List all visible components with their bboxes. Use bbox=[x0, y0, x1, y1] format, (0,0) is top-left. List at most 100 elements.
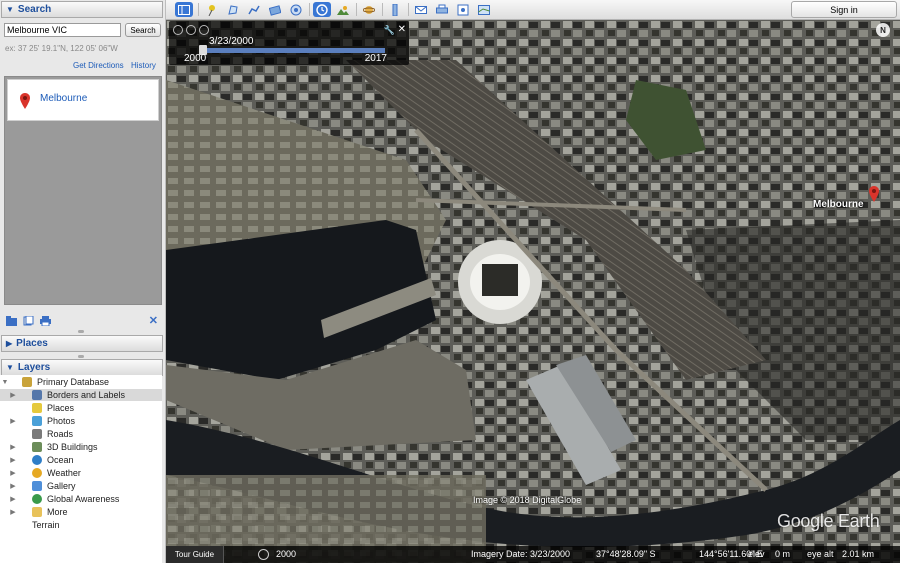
imagery-date: Imagery Date: 3/23/2000 bbox=[471, 549, 571, 559]
view-in-maps-button[interactable] bbox=[475, 2, 493, 17]
expand-arrow-icon[interactable]: ▶ bbox=[8, 482, 18, 490]
save-to-my-places-icon[interactable] bbox=[6, 316, 17, 326]
record-tour-button[interactable] bbox=[287, 2, 305, 17]
panel-resize-grip[interactable] bbox=[78, 330, 84, 333]
layer-borders-and-labels[interactable]: ▶ Borders and Labels bbox=[0, 389, 162, 401]
layer-primary-database[interactable]: ▼ Primary Database bbox=[0, 376, 162, 388]
expand-arrow-icon[interactable]: ▶ bbox=[8, 495, 18, 503]
elevation-label: elev bbox=[748, 549, 765, 559]
map-icon bbox=[478, 4, 490, 15]
folder-icon bbox=[32, 507, 42, 517]
search-result-item[interactable]: Melbourne bbox=[7, 79, 159, 121]
layer-weather[interactable]: ▶ Weather bbox=[0, 467, 162, 479]
add-image-overlay-button[interactable] bbox=[266, 2, 284, 17]
tour-guide-button[interactable]: Tour Guide bbox=[166, 546, 224, 563]
search-header-label: Search bbox=[17, 4, 52, 15]
sunlight-landscape-icon bbox=[337, 5, 349, 15]
expand-arrow-icon[interactable]: ▶ bbox=[8, 417, 18, 425]
add-path-button[interactable] bbox=[245, 2, 263, 17]
places-header-label: Places bbox=[16, 338, 48, 349]
expand-arrow-icon[interactable]: ▶ bbox=[8, 391, 18, 399]
layers-panel-header[interactable]: ▼ Layers bbox=[1, 359, 163, 376]
clock-icon[interactable] bbox=[258, 549, 269, 560]
save-image-button[interactable] bbox=[454, 2, 472, 17]
planet-icon bbox=[363, 5, 375, 14]
search-input[interactable] bbox=[4, 23, 121, 37]
envelope-icon bbox=[415, 5, 427, 14]
print-button[interactable] bbox=[433, 2, 451, 17]
search-button[interactable]: Search bbox=[125, 23, 161, 37]
copy-icon[interactable] bbox=[23, 316, 34, 326]
slider-track[interactable] bbox=[205, 48, 385, 53]
satellite-imagery[interactable] bbox=[166, 20, 900, 563]
expand-arrow-icon[interactable]: ▶ bbox=[8, 443, 18, 451]
road-icon bbox=[32, 429, 42, 439]
layer-gallery[interactable]: ▶ Gallery bbox=[0, 480, 162, 492]
places-panel-header[interactable]: ▶ Places bbox=[1, 335, 163, 352]
search-panel-header[interactable]: ▼ Search bbox=[1, 1, 163, 18]
layer-label: 3D Buildings bbox=[47, 442, 98, 452]
ruler-icon bbox=[392, 3, 398, 16]
save-image-icon bbox=[457, 4, 469, 15]
expand-arrow-icon: ▶ bbox=[6, 339, 13, 348]
path-icon bbox=[248, 5, 260, 14]
expand-arrow-icon[interactable]: ▶ bbox=[8, 469, 18, 477]
layer-photos[interactable]: ▶ Photos bbox=[0, 415, 162, 427]
layer-roads[interactable]: Roads bbox=[0, 428, 162, 440]
record-tour-icon bbox=[290, 4, 302, 15]
add-placemark-button[interactable] bbox=[203, 2, 221, 17]
layers-tree: ▼ Primary Database ▶ Borders and Labels … bbox=[0, 375, 162, 563]
layer-global-awareness[interactable]: ▶ Global Awareness bbox=[0, 493, 162, 505]
zoom-out-icon[interactable] bbox=[186, 25, 196, 35]
ruler-button[interactable] bbox=[386, 2, 404, 17]
zoom-in-icon[interactable] bbox=[199, 25, 209, 35]
panel-resize-grip[interactable] bbox=[78, 355, 84, 358]
history-link[interactable]: History bbox=[131, 61, 156, 70]
layer-places[interactable]: Places bbox=[0, 402, 162, 414]
slider-controls bbox=[173, 25, 209, 35]
expand-arrow-icon[interactable]: ▶ bbox=[8, 508, 18, 516]
search-results-panel: Melbourne bbox=[4, 76, 162, 305]
layer-label: Weather bbox=[47, 468, 81, 478]
layer-more[interactable]: ▶ More bbox=[0, 506, 162, 518]
star-icon bbox=[32, 481, 42, 491]
imagery-copyright: Image © 2018 DigitalGlobe bbox=[473, 495, 582, 505]
collapse-arrow-icon: ▼ bbox=[6, 5, 14, 14]
historical-imagery-button[interactable] bbox=[313, 2, 331, 17]
switch-to-sky-button[interactable] bbox=[360, 2, 378, 17]
expand-arrow-icon[interactable]: ▶ bbox=[8, 456, 18, 464]
map-pin-icon[interactable] bbox=[869, 186, 879, 202]
add-polygon-button[interactable] bbox=[224, 2, 242, 17]
status-bar: Tour Guide 2000 Imagery Date: 3/23/2000 … bbox=[166, 546, 900, 563]
search-result-label: Melbourne bbox=[40, 93, 88, 104]
toggle-sidebar-button[interactable] bbox=[175, 2, 193, 17]
print-icon[interactable] bbox=[40, 316, 51, 326]
collapse-arrow-icon[interactable]: ▼ bbox=[0, 379, 10, 386]
layer-label: Places bbox=[47, 403, 75, 413]
compass-north-icon[interactable]: N bbox=[876, 23, 890, 37]
layer-label: Global Awareness bbox=[47, 494, 120, 504]
layer-3d-buildings[interactable]: ▶ 3D Buildings bbox=[0, 441, 162, 453]
historical-imagery-slider[interactable]: 3/23/2000 2000 2017 🔧 ✕ bbox=[169, 21, 409, 65]
globe-icon bbox=[32, 494, 42, 504]
clear-search-icon[interactable]: ✕ bbox=[149, 314, 158, 327]
sunlight-button[interactable] bbox=[334, 2, 352, 17]
sidebar-icon bbox=[178, 4, 190, 15]
globe-db-icon bbox=[22, 377, 32, 387]
google-earth-logo: Google Earth bbox=[777, 511, 880, 531]
close-icon[interactable]: ✕ bbox=[398, 24, 406, 35]
search-example-hint: ex: 37 25' 19.1"N, 122 05' 06"W bbox=[5, 44, 118, 53]
eye-altitude-value: 2.01 km bbox=[842, 549, 875, 559]
sidebar: ▼ Search Search ex: 37 25' 19.1"N, 122 0… bbox=[0, 0, 166, 563]
place-label[interactable]: Melbourne bbox=[813, 199, 864, 210]
get-directions-link[interactable]: Get Directions bbox=[73, 61, 124, 70]
layer-ocean[interactable]: ▶ Ocean bbox=[0, 454, 162, 466]
wrench-icon[interactable]: 🔧 bbox=[384, 25, 395, 36]
sign-in-button[interactable]: Sign in bbox=[791, 1, 897, 18]
email-button[interactable] bbox=[412, 2, 430, 17]
clock-icon[interactable] bbox=[173, 25, 183, 35]
map-view[interactable]: 3/23/2000 2000 2017 🔧 ✕ N Melbourne Imag… bbox=[166, 20, 900, 563]
layer-terrain[interactable]: Terrain bbox=[0, 519, 162, 531]
slider-start-year: 2000 bbox=[184, 53, 207, 64]
layer-label: Gallery bbox=[47, 481, 76, 491]
